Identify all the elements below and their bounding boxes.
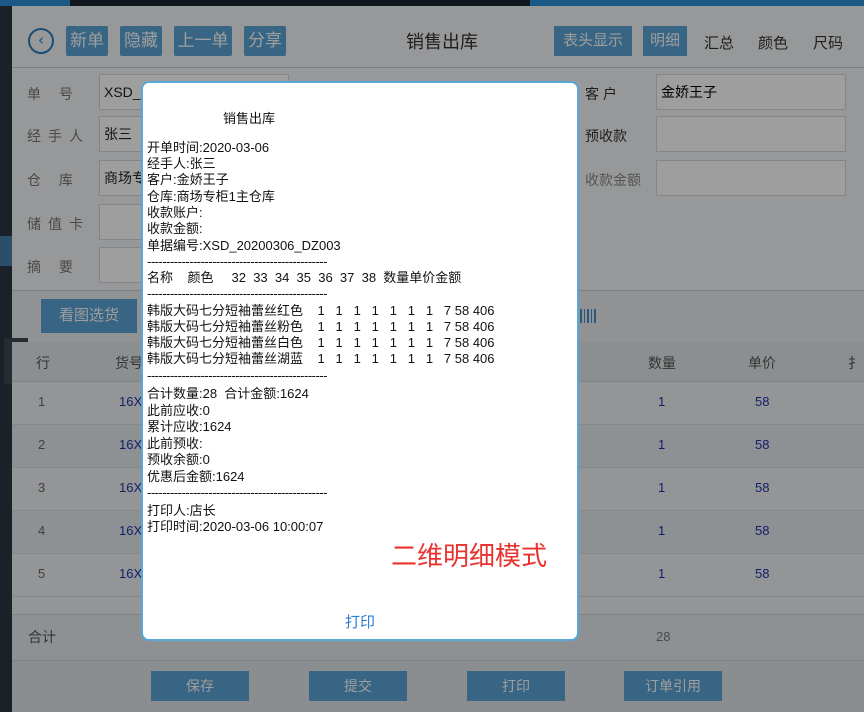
receipt-line: 开单时间:2020-03-06: [147, 140, 270, 155]
receipt-total: 此前应收:0: [147, 403, 210, 418]
receipt-line: 经手人:张三: [147, 156, 216, 171]
receipt-total: 累计应收:1624: [147, 419, 232, 434]
receipt-total: 预收余额:0: [147, 452, 210, 467]
mode-caption: 二维明细模式: [391, 541, 548, 571]
receipt-footer: 打印时间:2020-03-06 10:00:07: [147, 519, 324, 534]
receipt-item: 韩版大码七分短袖蕾丝白色 1 1 1 1 1 1 1 7 58 406: [147, 335, 495, 350]
receipt-item: 韩版大码七分短袖蕾丝粉色 1 1 1 1 1 1 1 7 58 406: [147, 319, 495, 334]
receipt-line: 客户:金娇王子: [147, 172, 229, 187]
receipt-line: 仓库:商场专柜1主仓库: [147, 189, 275, 204]
receipt-column-header: 名称 颜色 32 33 34 35 36 37 38 数量单价金额: [147, 270, 462, 285]
receipt-total: 此前预收:: [147, 436, 203, 451]
receipt-footer: 打印人:店长: [147, 503, 216, 518]
print-action-link[interactable]: 打印: [143, 611, 577, 632]
receipt-title: 销售出库: [223, 111, 276, 126]
receipt-divider: ----------------------------------------…: [147, 368, 327, 383]
print-preview-dialog: 销售出库 开单时间:2020-03-06 经手人:张三 客户:金娇王子 仓库:商…: [141, 81, 579, 641]
receipt-line: 单据编号:XSD_20200306_DZ003: [147, 238, 341, 253]
receipt-divider: ----------------------------------------…: [147, 286, 327, 301]
receipt-total: 优惠后金额:1624: [147, 469, 245, 484]
receipt-item: 韩版大码七分短袖蕾丝红色 1 1 1 1 1 1 1 7 58 406: [147, 303, 495, 318]
receipt-divider: ----------------------------------------…: [147, 254, 327, 269]
receipt-divider: ----------------------------------------…: [147, 485, 327, 500]
receipt-total: 合计数量:28 合计金额:1624: [147, 386, 309, 401]
receipt-line: 收款金额:: [147, 221, 203, 236]
receipt-line: 收款账户:: [147, 205, 203, 220]
receipt-item: 韩版大码七分短袖蕾丝湖蓝 1 1 1 1 1 1 1 7 58 406: [147, 351, 495, 366]
